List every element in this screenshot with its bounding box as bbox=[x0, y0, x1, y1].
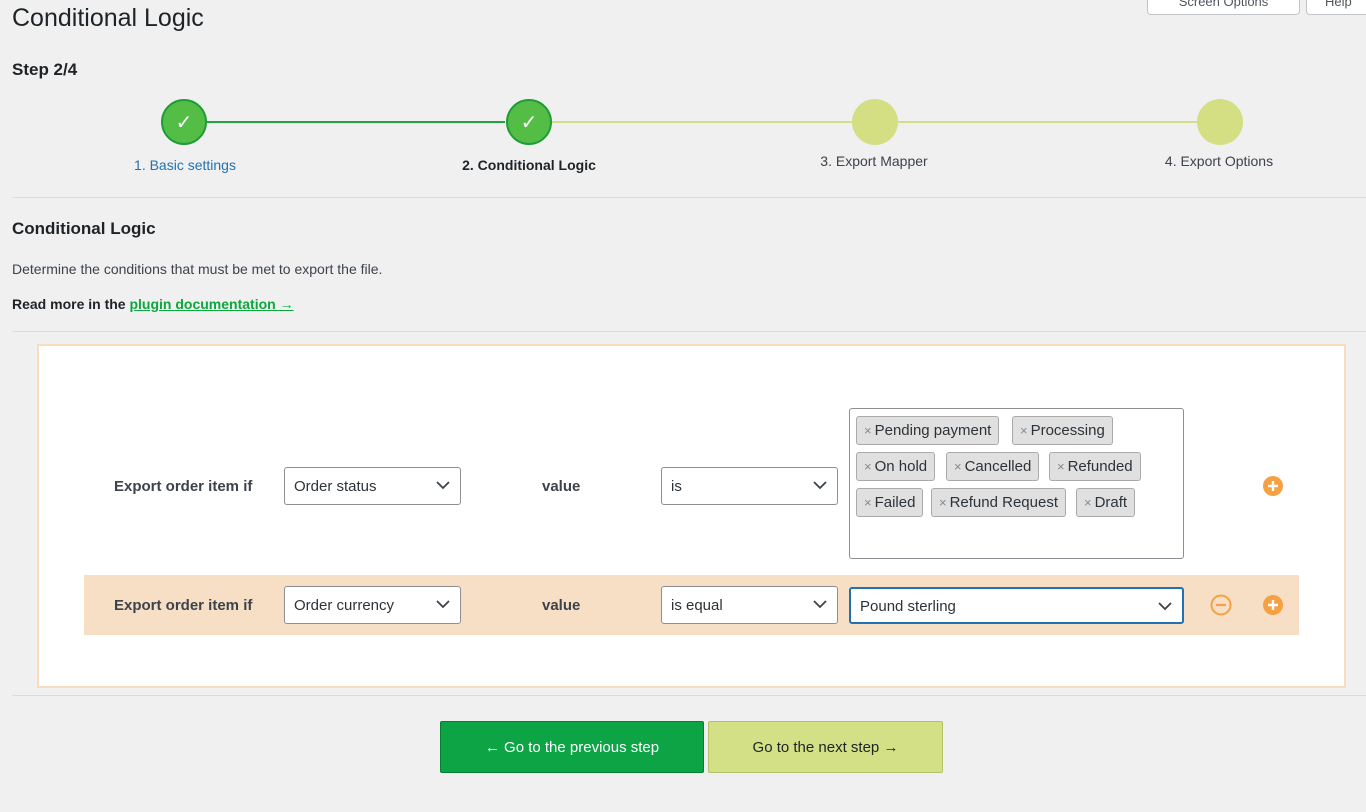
rule-1-value-label: value bbox=[542, 478, 581, 495]
remove-tag-icon[interactable]: × bbox=[954, 459, 962, 474]
previous-step-button[interactable]: ← Go to the previous step bbox=[440, 721, 704, 773]
value-tag[interactable]: × Pending payment bbox=[856, 416, 1000, 445]
remove-tag-icon[interactable]: × bbox=[1020, 423, 1028, 438]
rule-2-operator-select[interactable]: is equal bbox=[661, 586, 838, 624]
remove-tag-icon[interactable]: × bbox=[864, 423, 872, 438]
stepper-progress-line bbox=[207, 121, 505, 123]
minus-circle-icon[interactable] bbox=[1210, 594, 1232, 616]
divider bbox=[12, 197, 1366, 198]
rule-1-operator-select[interactable]: is bbox=[661, 467, 838, 505]
chevron-down-icon bbox=[436, 600, 450, 609]
value-tag[interactable]: × Draft bbox=[1076, 488, 1136, 517]
remove-tag-icon[interactable]: × bbox=[864, 495, 872, 510]
rule-2-value-label: value bbox=[542, 597, 581, 614]
readmore-text: Read more in the plugin documentation → bbox=[12, 296, 294, 312]
readmore-prefix: Read more in the bbox=[12, 296, 126, 312]
rule-1-field-select[interactable]: Order status bbox=[284, 467, 461, 505]
step-4-circle bbox=[1197, 99, 1243, 145]
rule-1-label: Export order item if bbox=[114, 478, 253, 495]
section-description: Determine the conditions that must be me… bbox=[12, 261, 383, 277]
stepper: ✓ ✓ 1. Basic settings 2. Conditional Log… bbox=[0, 96, 1366, 186]
value-tag[interactable]: × Refunded bbox=[1049, 452, 1141, 481]
divider bbox=[12, 331, 1366, 332]
page-title: Conditional Logic bbox=[12, 4, 204, 32]
rule-2-value-select[interactable]: Pound sterling bbox=[849, 587, 1184, 624]
remove-tag-icon[interactable]: × bbox=[864, 459, 872, 474]
rule-1-values-multiselect[interactable]: × Pending payment × Processing × On hold × C… bbox=[849, 408, 1184, 559]
value-tag[interactable]: × Processing bbox=[1012, 416, 1113, 445]
plugin-documentation-link[interactable]: plugin documentation → bbox=[129, 296, 293, 312]
next-step-button[interactable]: Go to the next step → bbox=[708, 721, 943, 773]
rule-2-field-select[interactable]: Order currency bbox=[284, 586, 461, 624]
chevron-down-icon bbox=[813, 481, 827, 490]
help-button[interactable]: Help bbox=[1306, 0, 1366, 15]
step-3-circle bbox=[852, 99, 898, 145]
remove-tag-icon[interactable]: × bbox=[939, 495, 947, 510]
step-2-check-icon: ✓ bbox=[506, 99, 552, 145]
value-tag[interactable]: × On hold bbox=[856, 452, 936, 481]
section-title: Conditional Logic bbox=[12, 219, 156, 238]
chevron-down-icon bbox=[436, 481, 450, 490]
step-1-check-icon[interactable]: ✓ bbox=[161, 99, 207, 145]
step-2-label: 2. Conditional Logic bbox=[462, 157, 596, 173]
step-indicator: Step 2/4 bbox=[12, 60, 78, 79]
rule-2-label: Export order item if bbox=[114, 597, 253, 614]
value-tag[interactable]: × Failed bbox=[856, 488, 924, 517]
chevron-down-icon bbox=[813, 600, 827, 609]
plus-circle-icon[interactable] bbox=[1262, 594, 1284, 616]
step-3-label: 3. Export Mapper bbox=[820, 153, 928, 169]
step-4-label: 4. Export Options bbox=[1164, 153, 1274, 169]
value-tag[interactable]: × Refund Request bbox=[931, 488, 1066, 517]
plus-circle-icon[interactable] bbox=[1262, 475, 1284, 497]
chevron-down-icon bbox=[1158, 602, 1172, 611]
screen-options-button[interactable]: Screen Options bbox=[1147, 0, 1300, 15]
step-1-link[interactable]: 1. Basic settings bbox=[85, 157, 285, 173]
remove-tag-icon[interactable]: × bbox=[1084, 495, 1092, 510]
remove-tag-icon[interactable]: × bbox=[1057, 459, 1065, 474]
divider bbox=[12, 695, 1366, 696]
value-tag[interactable]: × Cancelled bbox=[946, 452, 1040, 481]
